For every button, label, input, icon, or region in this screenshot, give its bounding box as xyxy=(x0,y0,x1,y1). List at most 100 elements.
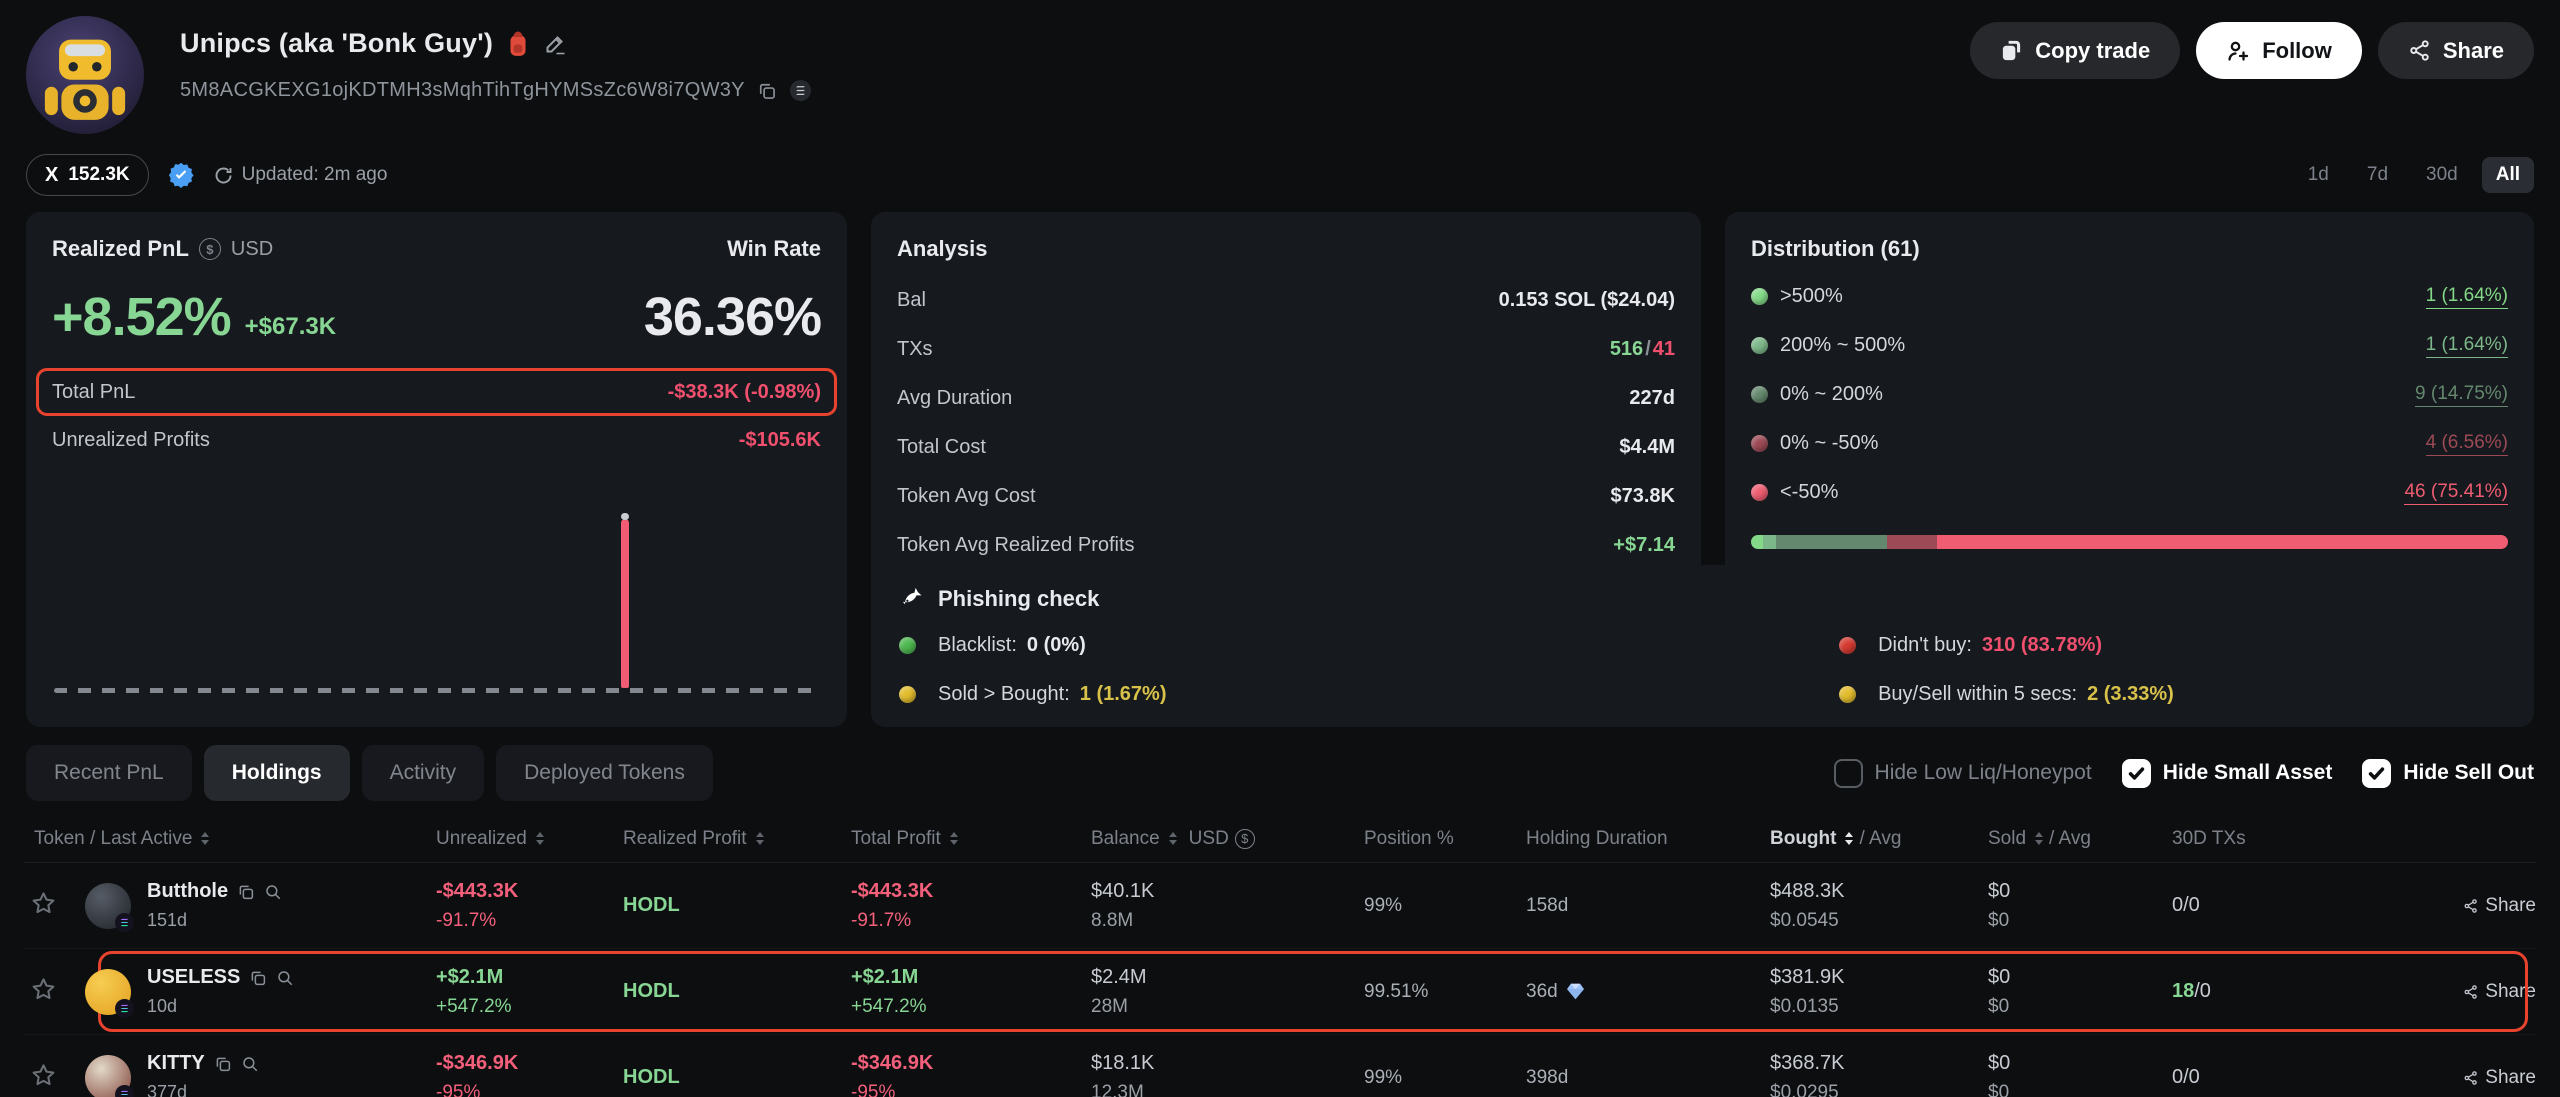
filter-label: Hide Small Asset xyxy=(2163,761,2333,785)
copy-token-button[interactable] xyxy=(237,883,255,901)
total-profit-percent: -95% xyxy=(851,1082,1091,1097)
solscan-link-button[interactable] xyxy=(789,79,812,102)
sold-avg: $0 xyxy=(1988,996,2172,1018)
col-header-duration[interactable]: Holding Duration xyxy=(1526,828,1770,850)
usd-coin-icon[interactable] xyxy=(199,238,221,260)
search-token-button[interactable] xyxy=(264,883,282,901)
analysis-row: Total Cost $4.4M xyxy=(897,423,1675,472)
col-header-realized[interactable]: Realized Profit xyxy=(623,828,851,850)
tab-recent-pnl[interactable]: Recent PnL xyxy=(26,745,192,801)
copy-token-button[interactable] xyxy=(249,969,267,987)
share-nodes-icon xyxy=(2408,39,2431,62)
col-header-position-label: Position % xyxy=(1364,828,1454,850)
cell-total-profit: -$443.3K-91.7% xyxy=(851,880,1091,932)
holdings-table: Token / Last Active Unrealized Realized … xyxy=(0,815,2560,1097)
time-filter-7d[interactable]: 7d xyxy=(2353,157,2402,193)
cell-sold: $0$0 xyxy=(1988,880,2172,932)
distribution-row-value-link[interactable]: 1 (1.64%) xyxy=(2426,334,2508,358)
currency-label: USD xyxy=(231,238,273,261)
col-header-sold[interactable]: Sold / Avg xyxy=(1988,828,2172,850)
sort-icon xyxy=(536,832,544,845)
balance-usd: $18.1K xyxy=(1091,1052,1364,1075)
star-icon xyxy=(30,976,57,1003)
col-header-balance[interactable]: Balance USD xyxy=(1091,828,1364,850)
realized-pnl-percent: +8.52% xyxy=(52,286,231,348)
favorite-star-button[interactable] xyxy=(24,976,57,1003)
distribution-row-value-link[interactable]: 9 (14.75%) xyxy=(2415,383,2508,407)
token-name[interactable]: KITTY xyxy=(147,1052,205,1075)
cell-balance: $40.1K8.8M xyxy=(1091,880,1364,932)
distribution-dot-icon xyxy=(1751,337,1768,354)
favorite-star-button[interactable] xyxy=(24,1062,57,1089)
holding-duration-value: 36d xyxy=(1526,981,1558,1003)
col-header-token-label: Token / Last Active xyxy=(34,828,192,850)
sold-avg: $0 xyxy=(1988,910,2172,932)
cell-realized-profit: HODL xyxy=(623,980,851,1003)
distribution-bar-segment xyxy=(1763,535,1775,549)
col-header-total[interactable]: Total Profit xyxy=(851,828,1091,850)
cell-realized-profit: HODL xyxy=(623,894,851,917)
refresh-icon xyxy=(213,165,234,186)
distribution-row-label: 0% ~ -50% xyxy=(1780,432,1878,455)
fish-icon xyxy=(899,585,926,612)
copy-address-button[interactable] xyxy=(757,81,777,101)
edit-name-button[interactable] xyxy=(543,32,567,56)
twitter-followers-pill[interactable]: 152.3K xyxy=(26,154,149,196)
copy-trade-button[interactable]: Copy trade xyxy=(1970,22,2180,79)
row-share-button[interactable]: Share xyxy=(2463,1067,2536,1089)
table-row-kitty[interactable]: KITTY 377d -$346.9K-95% HODL -$346.9K-95… xyxy=(24,1035,2536,1097)
x-logo-icon xyxy=(45,164,58,187)
time-filter-1d[interactable]: 1d xyxy=(2294,157,2343,193)
table-body: Butthole 151d -$443.3K-91.7% HODL -$443.… xyxy=(24,863,2536,1097)
balance-tokens: 8.8M xyxy=(1091,910,1364,932)
follow-button[interactable]: Follow xyxy=(2196,22,2362,79)
col-header-token[interactable]: Token / Last Active xyxy=(24,828,436,850)
share-profile-button[interactable]: Share xyxy=(2378,22,2534,79)
search-token-button[interactable] xyxy=(241,1055,259,1073)
col-header-bought[interactable]: Bought / Avg xyxy=(1770,828,1988,850)
col-header-unrealized[interactable]: Unrealized xyxy=(436,828,623,850)
col-header-position[interactable]: Position % xyxy=(1364,828,1526,850)
unrealized-profits-value: -$105.6K xyxy=(739,429,821,452)
balance-usd: $2.4M xyxy=(1091,966,1364,989)
token-name[interactable]: USELESS xyxy=(147,966,240,989)
col-header-balance-label: Balance xyxy=(1091,828,1160,850)
checkbox[interactable] xyxy=(2122,759,2151,788)
time-filter-30d[interactable]: 30d xyxy=(2412,157,2472,193)
checkbox[interactable] xyxy=(2362,759,2391,788)
copy-icon xyxy=(214,1055,232,1073)
search-token-button[interactable] xyxy=(276,969,294,987)
distribution-row-value-link[interactable]: 46 (75.41%) xyxy=(2404,481,2508,505)
tab-holdings[interactable]: Holdings xyxy=(204,745,350,801)
usd-coin-icon[interactable] xyxy=(1235,829,1255,849)
token-name[interactable]: Butthole xyxy=(147,880,228,903)
checkbox[interactable] xyxy=(1834,759,1863,788)
bought-avg: $0.0295 xyxy=(1770,1082,1988,1097)
time-filter-all[interactable]: All xyxy=(2482,157,2534,193)
distribution-row-value-link[interactable]: 1 (1.64%) xyxy=(2426,285,2508,309)
tab-activity[interactable]: Activity xyxy=(362,745,485,801)
table-row-useless[interactable]: USELESS 10d +$2.1M+547.2% HODL +$2.1M+54… xyxy=(24,949,2536,1035)
phishing-item-value: 0 (0%) xyxy=(1027,634,1086,657)
distribution-row-value-link[interactable]: 4 (6.56%) xyxy=(2426,432,2508,456)
magnifier-icon xyxy=(276,969,294,987)
filter-hide-sell-out[interactable]: Hide Sell Out xyxy=(2362,759,2534,788)
total-profit-amount: -$443.3K xyxy=(851,880,1091,903)
distribution-rows: >500% 1 (1.64%) 200% ~ 500% 1 (1.64%) 0%… xyxy=(1751,272,2508,517)
favorite-star-button[interactable] xyxy=(24,890,57,917)
refresh-button[interactable] xyxy=(213,165,234,186)
analysis-row: TXs 516/41 xyxy=(897,325,1675,374)
tabs-group: Recent PnLHoldingsActivityDeployed Token… xyxy=(26,745,713,801)
wallet-address[interactable]: 5M8ACGKEXG1ojKDTMH3sMqhTihTgHYMSsZc6W8i7… xyxy=(180,79,745,102)
col-header-unrealized-label: Unrealized xyxy=(436,828,527,850)
analysis-row-value: 227d xyxy=(1629,387,1675,410)
table-row-butthole[interactable]: Butthole 151d -$443.3K-91.7% HODL -$443.… xyxy=(24,863,2536,949)
copy-token-button[interactable] xyxy=(214,1055,232,1073)
filter-hide-low-liq-honeypot[interactable]: Hide Low Liq/Honeypot xyxy=(1834,759,2092,788)
col-header-30d-txs[interactable]: 30D TXs xyxy=(2172,828,2463,850)
filter-hide-small-asset[interactable]: Hide Small Asset xyxy=(2122,759,2333,788)
analysis-row-label: Token Avg Realized Profits xyxy=(897,534,1135,557)
row-share-button[interactable]: Share xyxy=(2463,895,2536,917)
row-share-button[interactable]: Share xyxy=(2463,981,2536,1003)
tab-deployed-tokens[interactable]: Deployed Tokens xyxy=(496,745,713,801)
